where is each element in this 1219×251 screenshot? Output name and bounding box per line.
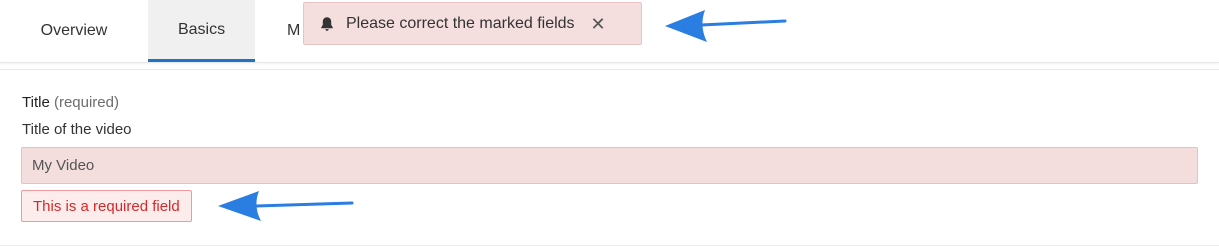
header-divider (0, 69, 1219, 70)
bottom-divider (0, 245, 1219, 246)
title-input[interactable] (21, 147, 1198, 184)
title-error-message: This is a required field (21, 190, 192, 222)
title-field-label: Title (required) (22, 94, 119, 111)
tab-overview[interactable]: Overview (0, 0, 148, 62)
alert-message: Please correct the marked fields (346, 14, 575, 32)
tab-basics[interactable]: Basics (148, 0, 255, 62)
tab-overview-label: Overview (40, 22, 108, 39)
annotation-arrow-error (218, 191, 354, 221)
bell-icon (320, 16, 334, 32)
title-label-text: Title (22, 94, 50, 111)
close-icon[interactable]: ✕ (591, 15, 606, 33)
tab-partially-hidden-label: M (287, 22, 301, 39)
validation-alert: Please correct the marked fields ✕ (303, 2, 642, 45)
title-field-help: Title of the video (22, 121, 132, 138)
tab-basics-label: Basics (177, 20, 226, 38)
required-note: (required) (53, 94, 119, 111)
